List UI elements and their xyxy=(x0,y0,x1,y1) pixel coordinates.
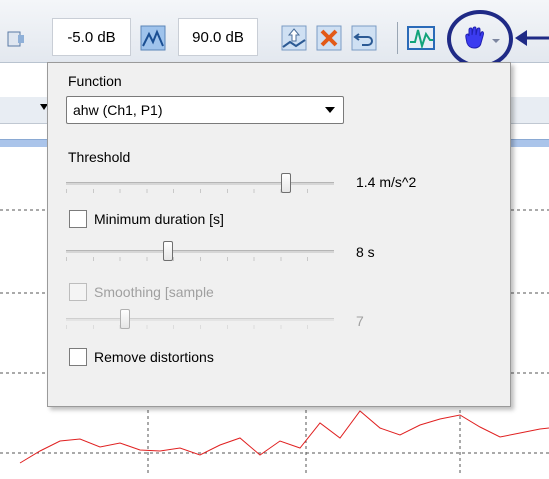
max-db-field[interactable]: 90.0 dB xyxy=(178,18,258,56)
undo-icon[interactable] xyxy=(348,22,380,54)
remove-distortions-checkbox[interactable] xyxy=(69,348,87,366)
smoothing-value: 7 xyxy=(356,313,364,329)
min-duration-value: 8 s xyxy=(356,244,375,260)
chevron-down-icon xyxy=(325,107,335,113)
min-duration-checkbox[interactable] xyxy=(69,210,87,228)
min-duration-label: Minimum duration [s] xyxy=(94,211,224,227)
min-db-field[interactable]: -5.0 dB xyxy=(52,18,131,56)
min-duration-slider-ticks xyxy=(66,257,334,261)
threshold-popup: Function ahw (Ch1, P1) Threshold 1.4 m/s… xyxy=(47,62,511,407)
min-db-value: -5.0 dB xyxy=(67,28,116,46)
max-db-value: 90.0 dB xyxy=(192,28,244,46)
function-label: Function xyxy=(68,73,122,89)
threshold-slider-ticks xyxy=(66,189,334,193)
min-duration-slider-thumb[interactable] xyxy=(162,241,173,261)
toolbar-separator xyxy=(397,22,398,54)
signal-line xyxy=(19,410,549,464)
remove-distortions-label: Remove distortions xyxy=(94,349,214,365)
graph-icon[interactable] xyxy=(0,22,32,54)
import-icon[interactable] xyxy=(278,22,310,54)
highlight-ring xyxy=(447,10,513,68)
delete-icon[interactable] xyxy=(313,22,345,54)
smoothing-slider-track[interactable] xyxy=(66,318,334,321)
threshold-value: 1.4 m/s^2 xyxy=(356,174,417,190)
function-selected-value: ahw (Ch1, P1) xyxy=(73,102,163,118)
smoothing-slider-ticks xyxy=(66,325,334,329)
threshold-slider-track[interactable] xyxy=(66,182,334,185)
function-select[interactable]: ahw (Ch1, P1) xyxy=(66,96,344,124)
pointer-arrow-icon xyxy=(515,30,549,46)
threshold-slider-thumb[interactable] xyxy=(280,173,291,193)
auto-scale-icon[interactable] xyxy=(137,22,169,54)
smoothing-slider-thumb[interactable] xyxy=(119,309,130,329)
smoothing-checkbox[interactable] xyxy=(69,283,87,301)
min-duration-slider-track[interactable] xyxy=(66,250,334,253)
waveform-icon[interactable] xyxy=(405,22,437,54)
threshold-label: Threshold xyxy=(68,149,131,165)
smoothing-label: Smoothing [sample xyxy=(94,284,214,300)
